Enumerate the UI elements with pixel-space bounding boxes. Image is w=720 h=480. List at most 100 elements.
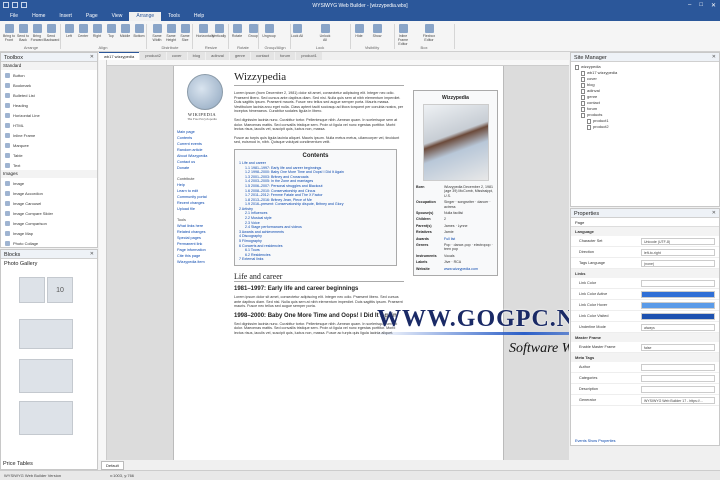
- property-value[interactable]: [641, 279, 715, 287]
- ribbon-button[interactable]: Ungroup: [262, 24, 276, 45]
- ribbon-button[interactable]: Middle: [118, 24, 132, 45]
- ribbon-button[interactable]: Center: [76, 24, 90, 45]
- nav-link[interactable]: Donate: [177, 165, 227, 171]
- tree-page[interactable]: product2: [575, 124, 715, 130]
- toolbox-item[interactable]: Image: [1, 178, 97, 188]
- toolbox-item[interactable]: Image Compare Slider: [1, 208, 97, 218]
- minimize-icon[interactable]: –: [688, 2, 691, 9]
- ribbon-button[interactable]: Bring to Front: [2, 24, 16, 45]
- property-category[interactable]: Links: [571, 269, 719, 278]
- block-thumb[interactable]: [19, 277, 45, 303]
- toolbox-item[interactable]: Heading: [1, 100, 97, 110]
- ribbon-button[interactable]: Inline Frame Editor: [396, 24, 410, 46]
- toolbox-item[interactable]: Horizontal Line: [1, 110, 97, 120]
- property-value[interactable]: [641, 385, 715, 393]
- close-icon[interactable]: ✕: [712, 54, 716, 60]
- menu-insert[interactable]: Insert: [52, 12, 79, 21]
- maximize-icon[interactable]: □: [699, 2, 703, 9]
- menu-home[interactable]: Home: [25, 12, 52, 21]
- toolbox-item[interactable]: Photo Collage: [1, 238, 97, 247]
- close-icon[interactable]: ✕: [711, 2, 716, 9]
- document-tab[interactable]: product1: [296, 52, 322, 60]
- toolbox-item[interactable]: Table: [1, 150, 97, 160]
- nav-link[interactable]: Wizzypedia item: [177, 259, 227, 265]
- menu-help[interactable]: Help: [187, 12, 211, 21]
- infobox-value[interactable]: www.wizzypedia.com: [444, 267, 495, 271]
- document-tab[interactable]: product2: [140, 52, 166, 60]
- document-tab[interactable]: forum: [275, 52, 296, 60]
- design-canvas[interactable]: WIKIPEDIA The Free Encyclopedia Main pag…: [107, 66, 569, 460]
- document-tab[interactable]: wb17 wizzypedia: [99, 52, 140, 60]
- document-tab[interactable]: blog: [187, 52, 206, 60]
- block-thumb[interactable]: [19, 359, 73, 393]
- close-icon[interactable]: ✕: [712, 210, 716, 216]
- ribbon-button[interactable]: Top: [104, 24, 118, 45]
- ribbon-button[interactable]: Unlock All: [318, 24, 332, 45]
- toolbox-item[interactable]: Text: [1, 160, 97, 170]
- block-thumb[interactable]: [19, 401, 73, 435]
- ribbon-button[interactable]: Show: [370, 24, 384, 45]
- toolbox-item[interactable]: Bookmark: [1, 80, 97, 90]
- property-value[interactable]: [641, 374, 715, 382]
- ribbon-button[interactable]: Lock All: [290, 24, 304, 45]
- property-value[interactable]: WYSIWYG Web Builder 17 - https://...: [641, 396, 715, 404]
- toolbox-item[interactable]: Image Accordion: [1, 188, 97, 198]
- property-value[interactable]: [641, 363, 715, 371]
- property-value[interactable]: [641, 312, 715, 320]
- toolbox-section-header[interactable]: Images: [1, 170, 97, 178]
- property-value[interactable]: false: [641, 343, 715, 351]
- ribbon-button[interactable]: Vertically: [212, 24, 226, 45]
- menu-page[interactable]: Page: [79, 12, 105, 21]
- block-thumb-badge[interactable]: 10: [47, 277, 73, 303]
- ribbon-button[interactable]: Left: [62, 24, 76, 45]
- menu-view[interactable]: View: [105, 12, 130, 21]
- toolbox-item[interactable]: Bulleted List: [1, 90, 97, 100]
- property-category[interactable]: Meta Tags: [571, 353, 719, 362]
- property-value[interactable]: [641, 301, 715, 309]
- property-value[interactable]: always: [641, 323, 715, 331]
- infobox-value[interactable]: Full list: [444, 237, 495, 241]
- toc-item[interactable]: 7 External links: [239, 257, 392, 262]
- tab-default[interactable]: Default: [101, 461, 124, 470]
- nav-link[interactable]: Upload file: [177, 206, 227, 212]
- document-tab[interactable]: cover: [166, 52, 187, 60]
- toolbox-item[interactable]: HTML: [1, 120, 97, 130]
- ribbon-button[interactable]: Send to Back: [16, 24, 30, 45]
- document-tab[interactable]: adinval: [206, 52, 229, 60]
- toolbox-item[interactable]: Image Comparison: [1, 218, 97, 228]
- property-value[interactable]: [641, 290, 715, 298]
- toolbox-item[interactable]: Marquee: [1, 140, 97, 150]
- property-value[interactable]: Unicode (UTF-8): [641, 237, 715, 245]
- menu-file[interactable]: File: [3, 12, 25, 21]
- ribbon-button[interactable]: Horizontally: [196, 24, 214, 45]
- toolbox-item[interactable]: Image Carousel: [1, 198, 97, 208]
- ribbon-button[interactable]: Flexbox Editor: [422, 24, 436, 45]
- ribbon-button[interactable]: Same Size: [178, 24, 192, 45]
- ribbon-button[interactable]: Bottom: [132, 24, 146, 45]
- document-tab[interactable]: contact: [251, 52, 274, 60]
- ribbon-button[interactable]: Hide: [352, 24, 366, 45]
- block-thumb[interactable]: [19, 319, 73, 349]
- menu-tools[interactable]: Tools: [161, 12, 187, 21]
- properties-object[interactable]: Page: [571, 218, 719, 227]
- ribbon-button[interactable]: Right: [90, 24, 104, 45]
- property-value[interactable]: left-to-right: [641, 248, 715, 256]
- page-canvas[interactable]: WIKIPEDIA The Free Encyclopedia Main pag…: [173, 66, 569, 460]
- properties-footer-link[interactable]: Events Show Properties: [575, 439, 616, 443]
- ribbon-button[interactable]: Send Backward: [44, 24, 59, 45]
- ribbon-button[interactable]: Bring Forward: [30, 24, 44, 45]
- toolbox-section-header[interactable]: Standard: [1, 62, 97, 70]
- ribbon-button[interactable]: Same Height: [164, 24, 178, 45]
- property-category[interactable]: Language: [571, 227, 719, 236]
- close-icon[interactable]: ✕: [90, 251, 94, 257]
- toolbox-item[interactable]: Image Map: [1, 228, 97, 238]
- document-tab[interactable]: genre: [229, 52, 251, 60]
- close-icon[interactable]: ✕: [90, 54, 94, 60]
- menu-arrange[interactable]: Arrange: [129, 12, 162, 21]
- ribbon-button[interactable]: Rotate: [230, 24, 244, 45]
- property-value[interactable]: (none): [641, 259, 715, 267]
- property-category[interactable]: Master Frame: [571, 333, 719, 342]
- toolbox-item[interactable]: Inline Frame: [1, 130, 97, 140]
- ribbon-button[interactable]: Same Width: [150, 24, 164, 45]
- toolbox-item[interactable]: Button: [1, 70, 97, 80]
